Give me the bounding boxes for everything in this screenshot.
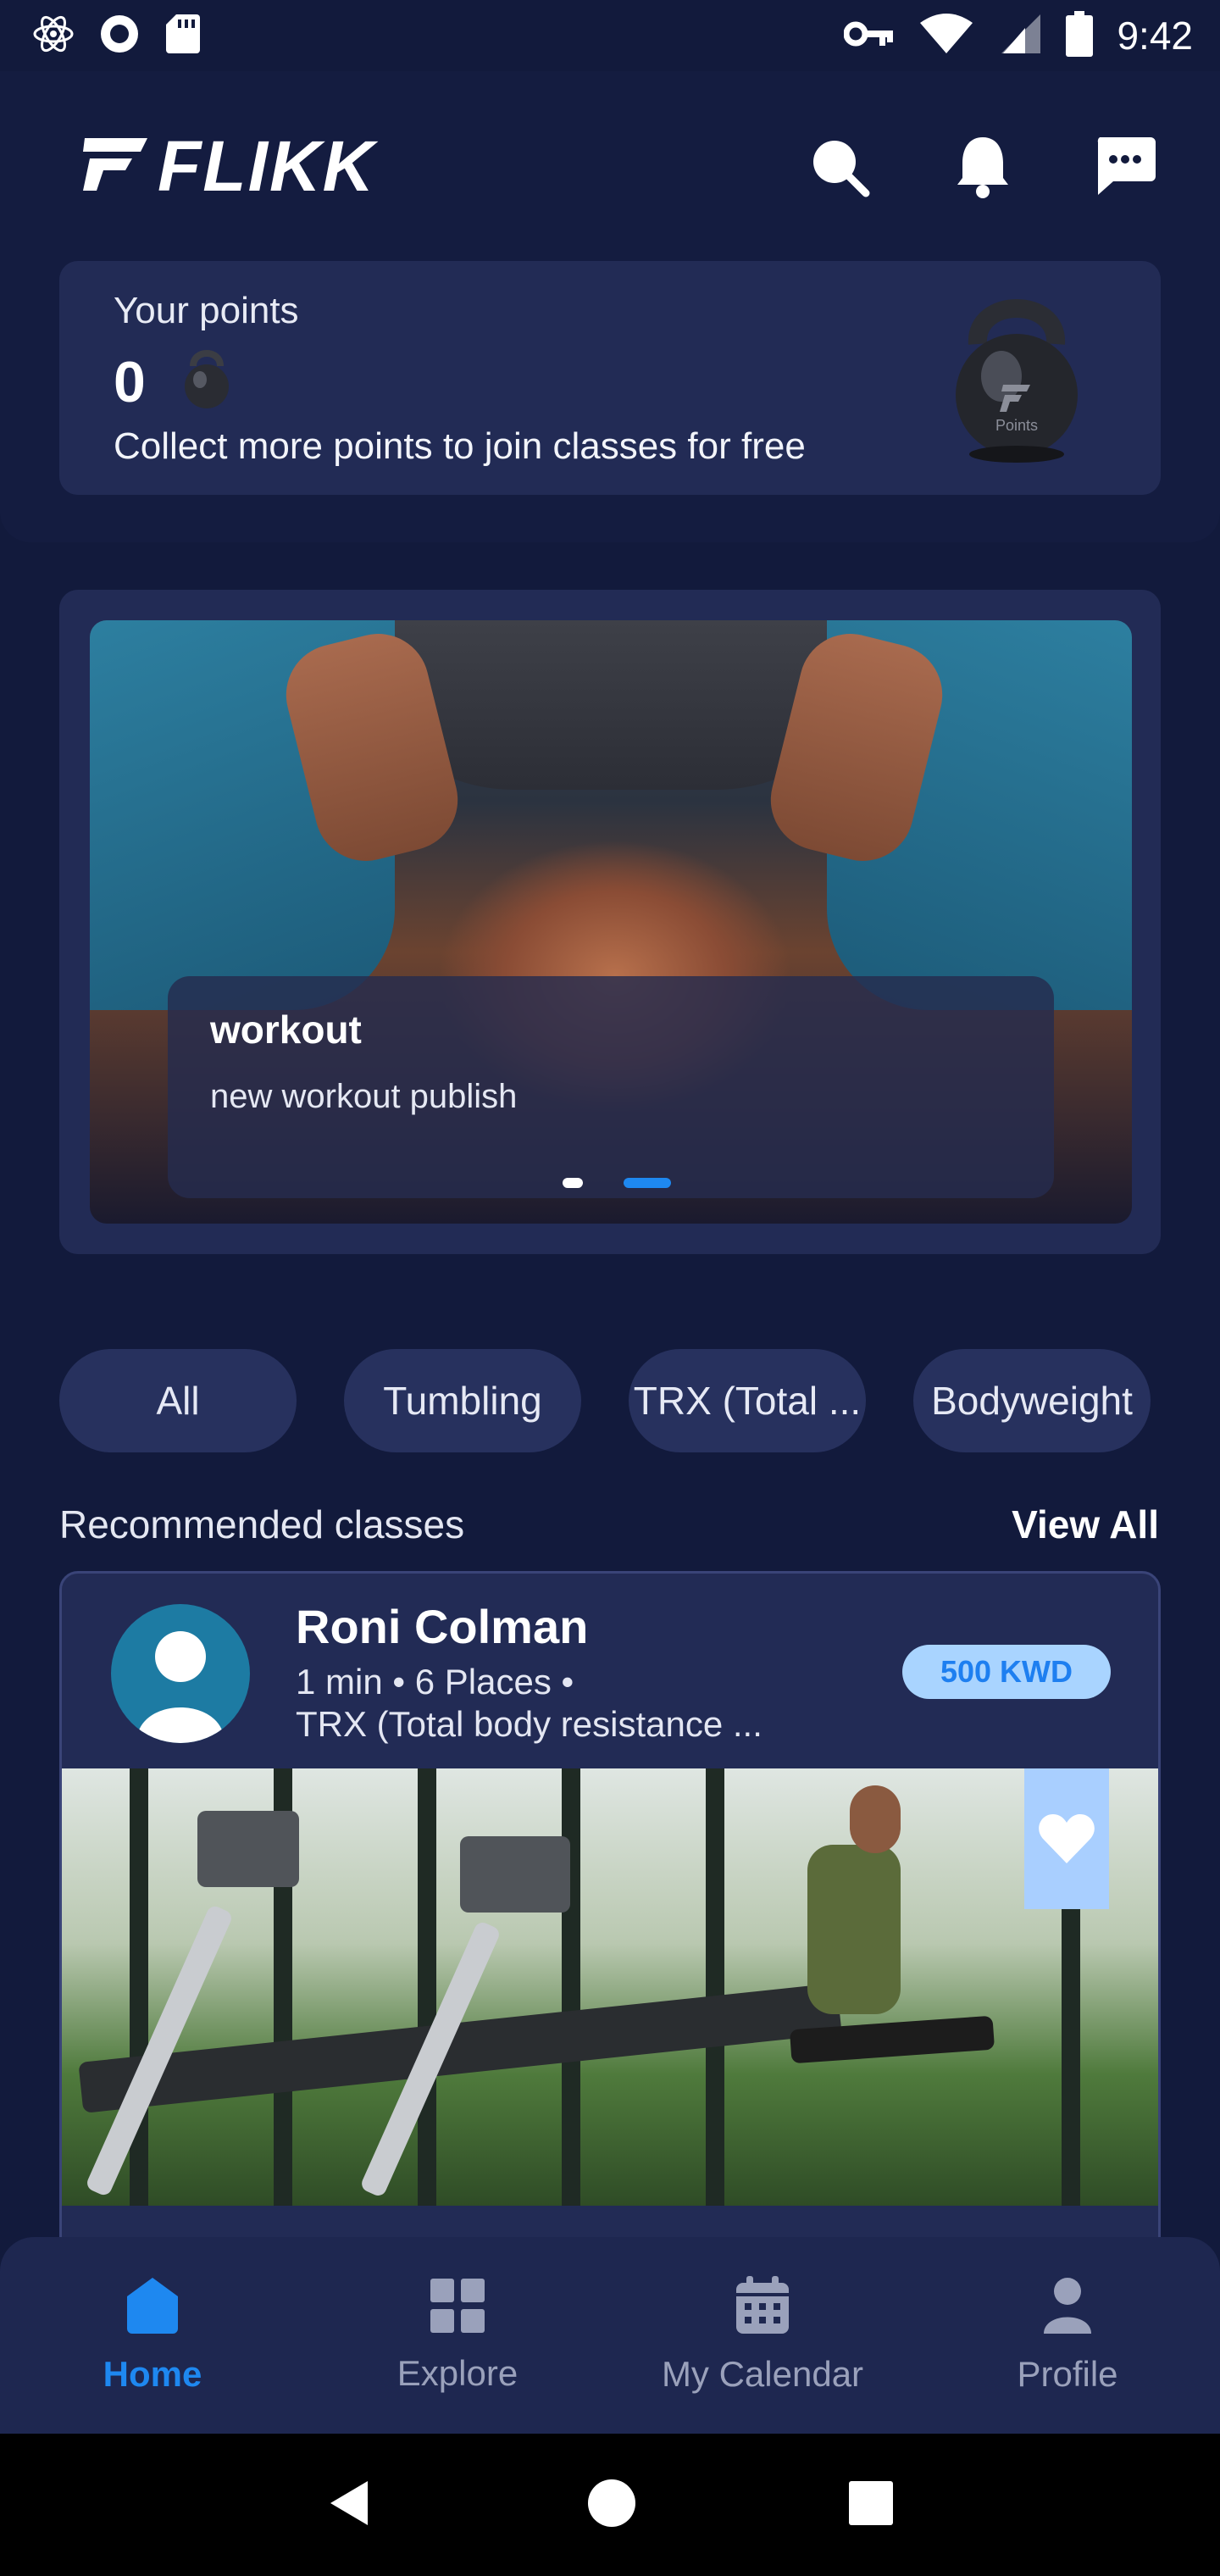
trainer-name: Roni Colman	[296, 1600, 589, 1653]
chip-bodyweight[interactable]: Bodyweight	[913, 1349, 1151, 1452]
person-icon	[1044, 2278, 1091, 2334]
wifi-icon	[918, 13, 974, 59]
banner-title: workout	[210, 1008, 362, 1052]
banner-overlay: workout new workout publish	[168, 976, 1054, 1198]
nav-home[interactable]: Home	[25, 2276, 280, 2395]
person-avatar-icon	[136, 1631, 225, 1743]
carousel-dot[interactable]	[563, 1178, 583, 1188]
view-all-link[interactable]: View All	[1012, 1502, 1159, 1547]
chip-all[interactable]: All	[59, 1349, 297, 1452]
calendar-icon	[736, 2276, 789, 2334]
price-badge: 500 KWD	[902, 1645, 1111, 1699]
bottom-nav: Home Explore My Calendar Profile	[0, 2237, 1220, 2434]
favorite-button[interactable]	[1024, 1768, 1109, 1909]
window-frame	[562, 1768, 580, 2206]
class-type: TRX (Total body resistance ...	[296, 1704, 762, 1744]
points-description: Collect more points to join classes for …	[114, 425, 806, 467]
chip-tumbling[interactable]: Tumbling	[344, 1349, 581, 1452]
chat-icon[interactable]	[1093, 134, 1157, 198]
points-label: Your points	[114, 290, 299, 331]
class-card[interactable]: Roni Colman 1 min • 6 Places • TRX (Tota…	[59, 1571, 1161, 2300]
carousel-dot-active[interactable]	[624, 1178, 671, 1188]
battery-icon	[1066, 10, 1094, 61]
nav-calendar-label: My Calendar	[661, 2354, 864, 2394]
treadmill-console	[197, 1811, 299, 1887]
nav-explore[interactable]: Explore	[330, 2277, 585, 2394]
status-bar: 9:42	[0, 0, 1220, 71]
avatar	[111, 1604, 250, 1743]
record-icon	[98, 13, 141, 59]
sd-card-icon	[164, 13, 202, 59]
nav-home-label: Home	[103, 2354, 202, 2394]
nav-profile-label: Profile	[1017, 2354, 1118, 2394]
runner-figure	[807, 1845, 901, 2014]
grid-icon	[430, 2279, 485, 2333]
home-circle-icon[interactable]	[586, 2478, 637, 2533]
home-icon	[127, 2278, 178, 2334]
points-card[interactable]: Your points 0 Collect more points to joi…	[59, 261, 1161, 495]
class-image	[62, 1768, 1158, 2206]
logo-text: FLIKK	[158, 125, 376, 206]
runner-head	[850, 1785, 901, 1853]
vpn-key-icon	[843, 17, 895, 55]
signal-icon	[998, 13, 1042, 59]
heart-icon	[1039, 1814, 1095, 1863]
app-logo: FLIKK	[78, 126, 375, 206]
atom-icon	[32, 13, 75, 59]
kettlebell-text: Points	[995, 417, 1038, 434]
search-icon[interactable]	[807, 134, 871, 198]
nav-calendar[interactable]: My Calendar	[635, 2276, 890, 2395]
system-nav-bar	[0, 2434, 1220, 2576]
window-frame	[418, 1768, 436, 2206]
status-right: 9:42	[843, 10, 1193, 61]
category-chips: All Tumbling TRX (Total ... Bodyweight	[59, 1349, 1151, 1452]
class-meta: 1 min • 6 Places •	[296, 1662, 574, 1702]
chip-trx[interactable]: TRX (Total ...	[629, 1349, 866, 1452]
nav-profile[interactable]: Profile	[940, 2276, 1195, 2395]
kettlebell-small-icon	[180, 346, 234, 414]
window-frame	[706, 1768, 724, 2206]
section-title: Recommended classes	[59, 1502, 465, 1546]
status-left	[32, 13, 202, 59]
recents-icon[interactable]	[847, 2479, 895, 2531]
kettlebell-points-icon: Points	[949, 285, 1084, 469]
logo-mark-icon	[78, 135, 149, 198]
banner-image[interactable]: workout new workout publish	[90, 620, 1132, 1224]
nav-explore-label: Explore	[396, 2353, 518, 2393]
banner-card: workout new workout publish	[59, 590, 1161, 1254]
bell-icon[interactable]	[951, 134, 1015, 198]
points-value: 0	[114, 350, 146, 414]
banner-subtitle: new workout publish	[210, 1078, 518, 1115]
treadmill-console	[460, 1836, 570, 1913]
back-icon[interactable]	[325, 2478, 376, 2533]
status-time: 9:42	[1117, 14, 1193, 58]
carousel-dots	[563, 1178, 671, 1188]
